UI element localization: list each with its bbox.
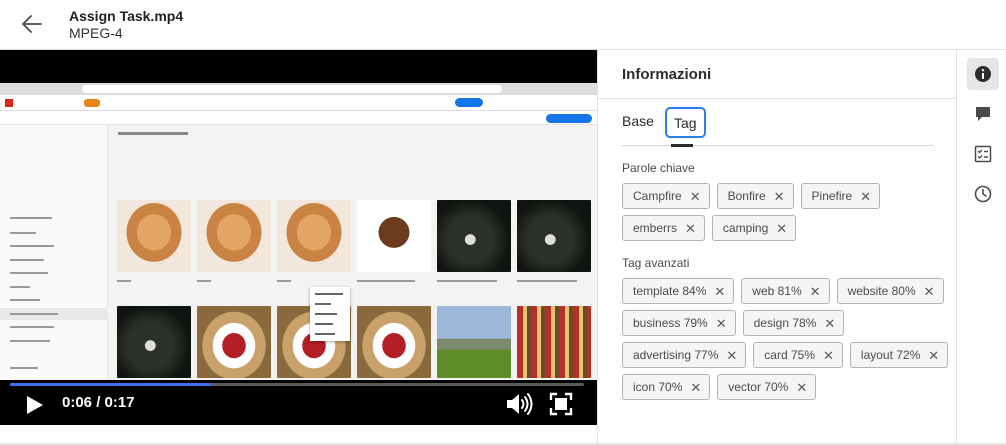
smart-tags-row: template 84% ✕ web 81% ✕ website 80% ✕ xyxy=(622,278,944,304)
asset-title: Assign Task.mp4 xyxy=(69,8,184,24)
right-icon-rail xyxy=(956,50,1006,445)
remove-tag-icon[interactable]: ✕ xyxy=(714,285,725,298)
smart-tag[interactable]: web 81% ✕ xyxy=(741,278,830,304)
recorded-app-header xyxy=(0,95,597,111)
time-separator: / xyxy=(96,394,101,411)
keywords-row: emberrs ✕ camping ✕ xyxy=(622,215,797,241)
play-icon[interactable] xyxy=(22,393,46,417)
smart-tag[interactable]: website 80% ✕ xyxy=(836,278,944,304)
top-header: Assign Task.mp4 MPEG-4 xyxy=(0,0,1006,50)
tasks-button[interactable] xyxy=(967,138,999,170)
smart-tags-row: icon 70% ✕ vector 70% ✕ xyxy=(622,374,817,400)
tab-base[interactable]: Base xyxy=(622,113,654,129)
keyword-tag[interactable]: Bonfire ✕ xyxy=(716,183,794,209)
smart-tag[interactable]: card 75% ✕ xyxy=(753,342,843,368)
info-panel: Informazioni Base Tag Parole chiave Camp… xyxy=(597,50,957,445)
seek-bar-progress xyxy=(10,383,211,386)
remove-tag-icon[interactable]: ✕ xyxy=(685,222,696,235)
recorded-browser-toolbar xyxy=(0,83,597,95)
recorded-left-rail xyxy=(0,125,108,380)
remove-tag-icon[interactable]: ✕ xyxy=(776,222,787,235)
smart-tag[interactable]: template 84% ✕ xyxy=(622,278,735,304)
info-icon xyxy=(975,66,991,82)
remove-tag-icon[interactable]: ✕ xyxy=(774,190,785,203)
tasks-icon xyxy=(974,145,992,163)
recorded-app-toolbar xyxy=(0,111,597,125)
remove-tag-icon[interactable]: ✕ xyxy=(690,190,701,203)
keywords-label: Parole chiave xyxy=(622,161,695,175)
recorded-context-menu xyxy=(310,287,350,341)
current-time: 0:06 xyxy=(62,394,93,411)
smart-tags-row: advertising 77% ✕ card 75% ✕ layout 72% ✕ xyxy=(622,342,949,368)
back-arrow-icon[interactable] xyxy=(20,12,44,36)
keyword-tag[interactable]: camping ✕ xyxy=(711,215,797,241)
tab-selected-indicator xyxy=(671,144,693,147)
info-button[interactable] xyxy=(967,58,999,90)
video-player[interactable]: 0:06 / 0:17 xyxy=(0,50,597,425)
panel-title: Informazioni xyxy=(622,66,712,83)
remove-tag-icon[interactable]: ✕ xyxy=(810,285,821,298)
smart-tag[interactable]: business 79% ✕ xyxy=(622,310,736,336)
smart-tag[interactable]: vector 70% ✕ xyxy=(717,374,817,400)
remove-tag-icon[interactable]: ✕ xyxy=(716,317,727,330)
smart-tag[interactable]: advertising 77% ✕ xyxy=(622,342,747,368)
remove-tag-icon[interactable]: ✕ xyxy=(823,349,834,362)
remove-tag-icon[interactable]: ✕ xyxy=(690,381,701,394)
keyword-tag[interactable]: Pinefire ✕ xyxy=(800,183,881,209)
smart-tags-label: Tag avanzati xyxy=(622,256,690,270)
comment-icon xyxy=(976,107,990,121)
tab-tag[interactable]: Tag xyxy=(665,107,706,138)
remove-tag-icon[interactable]: ✕ xyxy=(726,349,737,362)
video-frame xyxy=(0,83,597,380)
smart-tag[interactable]: layout 72% ✕ xyxy=(849,342,949,368)
history-button[interactable] xyxy=(967,178,999,210)
smart-tags-row: business 79% ✕ design 78% ✕ xyxy=(622,310,845,336)
time-display: 0:06 / 0:17 xyxy=(62,394,135,411)
seek-bar[interactable] xyxy=(10,383,584,386)
history-icon xyxy=(974,185,992,203)
keyword-tag[interactable]: Campfire ✕ xyxy=(622,183,710,209)
smart-tag[interactable]: design 78% ✕ xyxy=(742,310,845,336)
smart-tag[interactable]: icon 70% ✕ xyxy=(622,374,711,400)
remove-tag-icon[interactable]: ✕ xyxy=(824,317,835,330)
keywords-row: Campfire ✕ Bonfire ✕ Pinefire ✕ xyxy=(622,183,881,209)
volume-icon[interactable] xyxy=(505,392,533,416)
remove-tag-icon[interactable]: ✕ xyxy=(928,349,939,362)
remove-tag-icon[interactable]: ✕ xyxy=(860,190,871,203)
asset-format: MPEG-4 xyxy=(69,25,123,41)
fullscreen-icon[interactable] xyxy=(549,392,573,416)
keyword-tag[interactable]: emberrs ✕ xyxy=(622,215,705,241)
remove-tag-icon[interactable]: ✕ xyxy=(924,285,935,298)
remove-tag-icon[interactable]: ✕ xyxy=(796,381,807,394)
comments-button[interactable] xyxy=(967,98,999,130)
duration: 0:17 xyxy=(104,394,135,411)
